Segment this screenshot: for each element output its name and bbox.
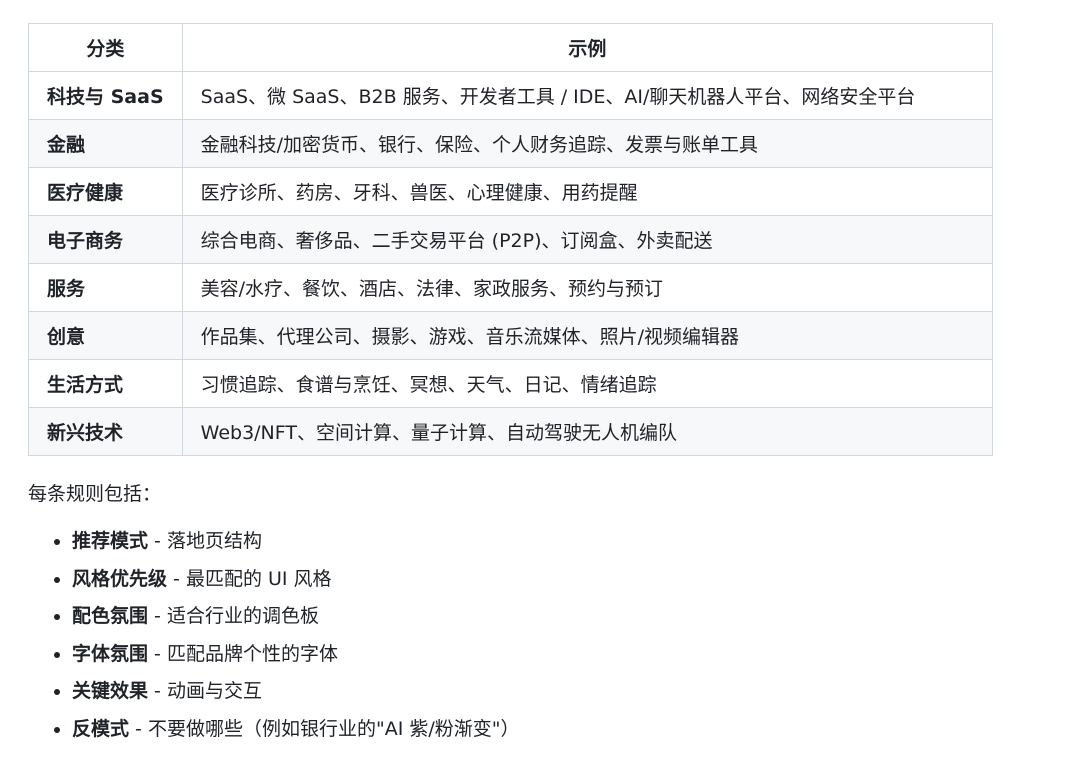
- category-cell: 新兴技术: [28, 407, 183, 456]
- rule-term: 推荐模式: [72, 530, 149, 552]
- rule-term: 字体氛围: [72, 642, 149, 665]
- examples-cell: 综合电商、奢侈品、二手交易平台 (P2P)、订阅盒、外卖配送: [181, 215, 994, 264]
- header-category: 分类: [28, 23, 183, 72]
- rule-term: 配色氛围: [72, 605, 149, 627]
- rule-term: 关键效果: [72, 680, 149, 702]
- list-item: 字体氛围 - 匹配品牌个性的字体: [72, 640, 1068, 668]
- category-cell: 生活方式: [28, 359, 183, 408]
- table-row: 生活方式 习惯追踪、食谱与烹饪、冥想、天气、日记、情绪追踪: [28, 359, 994, 408]
- list-item: 风格优先级 - 最匹配的 UI 风格: [72, 565, 1068, 593]
- list-item: 配色氛围 - 适合行业的调色板: [72, 602, 1068, 630]
- table-row: 电子商务 综合电商、奢侈品、二手交易平台 (P2P)、订阅盒、外卖配送: [28, 215, 994, 264]
- category-cell: 医疗健康: [28, 167, 183, 216]
- examples-cell: 医疗诊所、药房、牙科、兽医、心理健康、用药提醒: [181, 167, 994, 216]
- table-row: 医疗健康 医疗诊所、药房、牙科、兽医、心理健康、用药提醒: [28, 167, 994, 216]
- list-item: 反模式 - 不要做哪些（例如银行业的"AI 紫/粉渐变"）: [72, 715, 1068, 743]
- examples-cell: 作品集、代理公司、摄影、游戏、音乐流媒体、照片/视频编辑器: [181, 311, 994, 360]
- category-cell: 创意: [28, 311, 183, 360]
- table-row: 科技与 SaaS SaaS、微 SaaS、B2B 服务、开发者工具 / IDE、…: [28, 71, 994, 120]
- rule-term: 反模式: [72, 717, 130, 740]
- rule-desc: - 适合行业的调色板: [148, 605, 319, 627]
- rule-term: 风格优先级: [72, 567, 168, 590]
- examples-cell: 美容/水疗、餐饮、酒店、法律、家政服务、预约与预订: [181, 263, 994, 312]
- category-cell: 金融: [28, 119, 183, 168]
- rule-desc: - 动画与交互: [148, 680, 262, 702]
- examples-cell: Web3/NFT、空间计算、量子计算、自动驾驶无人机编队: [181, 407, 994, 456]
- table-row: 创意 作品集、代理公司、摄影、游戏、音乐流媒体、照片/视频编辑器: [28, 311, 994, 360]
- examples-cell: SaaS、微 SaaS、B2B 服务、开发者工具 / IDE、AI/聊天机器人平…: [181, 71, 994, 120]
- rule-desc: - 不要做哪些（例如银行业的"AI 紫/粉渐变"）: [129, 717, 520, 740]
- category-cell: 电子商务: [28, 215, 183, 264]
- table-row: 新兴技术 Web3/NFT、空间计算、量子计算、自动驾驶无人机编队: [28, 407, 994, 456]
- category-table: 分类 示例 科技与 SaaS SaaS、微 SaaS、B2B 服务、开发者工具 …: [28, 23, 994, 456]
- table-header-row: 分类 示例: [28, 23, 994, 72]
- rule-desc: - 落地页结构: [148, 530, 262, 552]
- category-cell: 服务: [28, 263, 183, 312]
- table-row: 服务 美容/水疗、餐饮、酒店、法律、家政服务、预约与预订: [28, 263, 994, 312]
- examples-cell: 金融科技/加密货币、银行、保险、个人财务追踪、发票与账单工具: [181, 119, 994, 168]
- rules-intro: 每条规则包括：: [28, 483, 162, 505]
- examples-cell: 习惯追踪、食谱与烹饪、冥想、天气、日记、情绪追踪: [181, 359, 994, 408]
- category-cell: 科技与 SaaS: [28, 71, 183, 120]
- list-item: 推荐模式 - 落地页结构: [72, 527, 1068, 555]
- rules-list: 推荐模式 - 落地页结构 风格优先级 - 最匹配的 UI 风格 配色氛围 - 适…: [28, 527, 1068, 743]
- table-row: 金融 金融科技/加密货币、银行、保险、个人财务追踪、发票与账单工具: [28, 119, 994, 168]
- rule-desc: - 最匹配的 UI 风格: [167, 567, 332, 590]
- header-examples: 示例: [181, 23, 994, 72]
- document: 分类 示例 科技与 SaaS SaaS、微 SaaS、B2B 服务、开发者工具 …: [28, 23, 1068, 752]
- list-item: 关键效果 - 动画与交互: [72, 677, 1068, 705]
- rule-desc: - 匹配品牌个性的字体: [148, 642, 338, 665]
